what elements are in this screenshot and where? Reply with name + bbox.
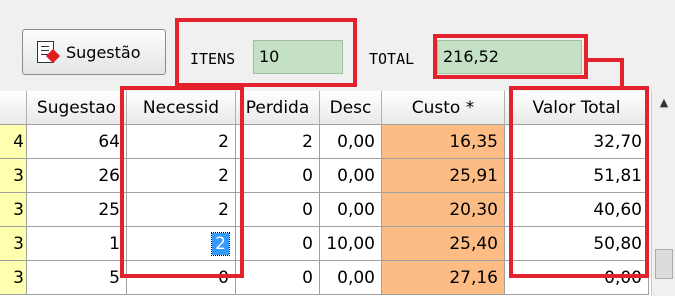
scroll-thumb[interactable] <box>655 249 673 279</box>
table-cell[interactable]: 25,91 <box>382 159 505 193</box>
suggest-button-label: Sugestão <box>66 42 141 62</box>
table-cell[interactable]: 0,00 <box>320 159 382 193</box>
table-cell[interactable]: 16,35 <box>382 125 505 159</box>
triangle-up-icon[interactable]: ▲ <box>652 91 675 115</box>
table-cell[interactable]: 3 <box>0 261 27 295</box>
table-cell[interactable]: 26 <box>27 159 127 193</box>
table-cell[interactable]: 0 <box>236 227 320 261</box>
table-cell[interactable]: 0 <box>236 261 320 295</box>
total-highlight-box <box>433 34 588 79</box>
table-cell[interactable]: 2 <box>236 125 320 159</box>
table-cell[interactable]: 25 <box>27 193 127 227</box>
table-cell[interactable]: 25,40 <box>382 227 505 261</box>
table-cell[interactable]: 3 <box>0 159 27 193</box>
table-cell[interactable]: 20,30 <box>382 193 505 227</box>
table-cell[interactable]: 3 <box>0 193 27 227</box>
table-cell[interactable]: 1 <box>27 227 127 261</box>
table-cell[interactable]: 4 <box>0 125 27 159</box>
table-cell[interactable]: 64 <box>27 125 127 159</box>
table-cell[interactable]: 0,00 <box>320 193 382 227</box>
table-cell[interactable]: 10,00 <box>320 227 382 261</box>
connector-line <box>584 58 624 62</box>
header-cell-sugestao[interactable]: Sugestao <box>27 91 127 125</box>
vertical-scrollbar[interactable]: ▲ <box>651 91 675 296</box>
header-cell-custo[interactable]: Custo * <box>382 91 505 125</box>
table-cell[interactable]: 0 <box>236 193 320 227</box>
header-cell-perdida[interactable]: Perdida <box>236 91 320 125</box>
suggest-button[interactable]: Sugestão <box>22 29 166 75</box>
necessid-highlight-box <box>120 86 244 278</box>
header-cell[interactable] <box>0 91 27 125</box>
table-cell[interactable]: 0,00 <box>320 261 382 295</box>
document-suggest-icon <box>34 39 61 65</box>
table-cell[interactable]: 5 <box>27 261 127 295</box>
items-highlight-box <box>175 18 357 87</box>
table-cell[interactable]: 0 <box>236 159 320 193</box>
table-cell[interactable]: 3 <box>0 227 27 261</box>
table-cell[interactable]: 0,00 <box>320 125 382 159</box>
valor-total-highlight-box <box>509 86 649 278</box>
total-label: TOTAL <box>369 50 415 68</box>
header-cell-desc[interactable]: Desc <box>320 91 382 125</box>
table-cell[interactable]: 27,16 <box>382 261 505 295</box>
